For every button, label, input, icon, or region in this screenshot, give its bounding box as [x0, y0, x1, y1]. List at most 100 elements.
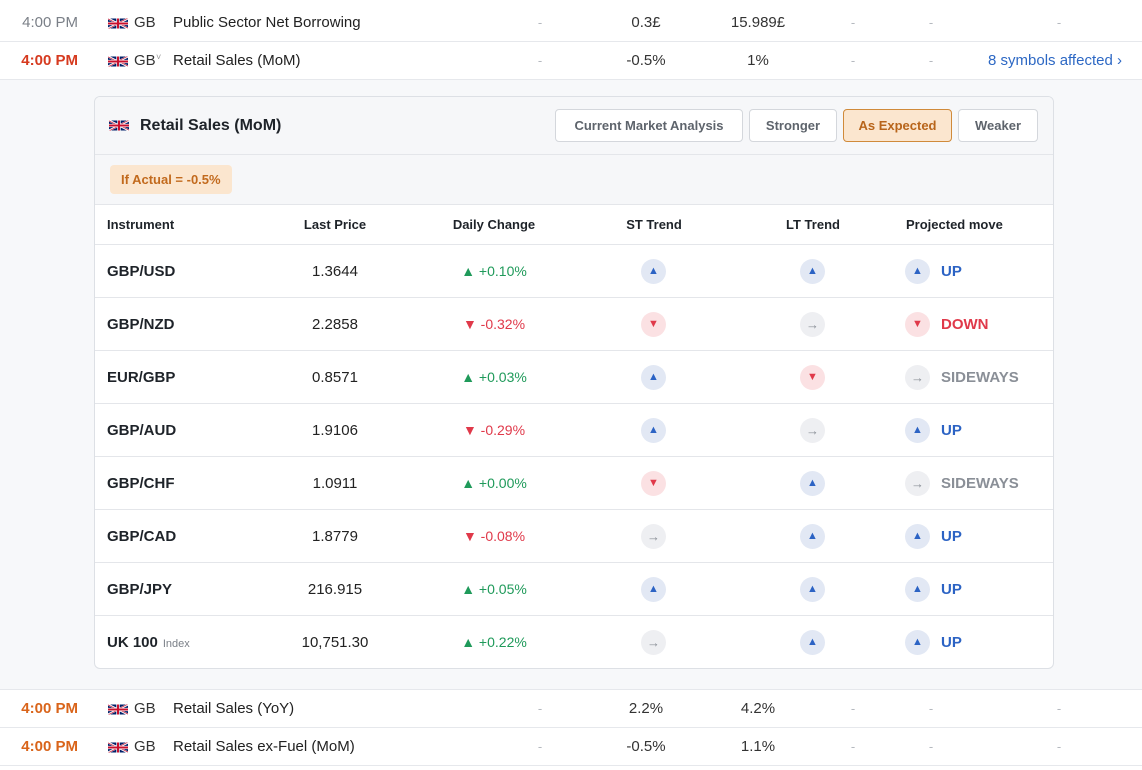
previous-value: - [850, 701, 856, 716]
table-row[interactable]: UK 100 Index 10,751.30 ▲ +0.22% → ▲ ▲ UP [95, 616, 1053, 668]
tab-stronger[interactable]: Stronger [749, 109, 837, 142]
panel-header: Retail Sales (MoM) Current Market Analys… [95, 97, 1053, 155]
projected-move-label: UP [941, 634, 962, 651]
impact-value: - [537, 15, 543, 30]
projected-arrow-up-icon: ▲ [905, 630, 930, 655]
lt-trend-arrow-up-icon: ▲ [800, 524, 825, 549]
instrument-symbol: GBP/CHF [107, 475, 175, 492]
table-row[interactable]: GBP/JPY 216.915 ▲ +0.05% ▲ ▲ ▲ UP [95, 563, 1053, 616]
header-lt-trend: LT Trend [786, 217, 840, 232]
extra-value: - [928, 701, 934, 716]
event-name: Retail Sales (YoY) [173, 700, 295, 717]
projected-move-label: SIDEWAYS [941, 369, 1019, 386]
calendar-row[interactable]: 4:00 PM GB Retail Sales (YoY) - 2.2% 4.2… [0, 690, 1142, 728]
table-row[interactable]: EUR/GBP 0.8571 ▲ +0.03% ▲ ▼ → SIDEWAYS [95, 351, 1053, 404]
calendar-row-selected[interactable]: 4:00 PM GB ˅ Retail Sales (MoM) - -0.5% … [0, 42, 1142, 80]
impact-panel: Retail Sales (MoM) Current Market Analys… [94, 96, 1054, 669]
uk-flag-icon [108, 55, 128, 68]
instrument-name: GBP/NZD [107, 298, 175, 351]
header-instrument: Instrument [107, 217, 175, 232]
daily-change: ▲ +0.00% [461, 475, 527, 491]
extra-value: - [928, 15, 934, 30]
daily-change: ▼ -0.32% [462, 316, 526, 332]
st-trend-arrow-down-icon: ▼ [641, 471, 666, 496]
projected-arrow-up-icon: ▲ [905, 577, 930, 602]
table-header: Instrument Last Price Daily Change ST Tr… [95, 205, 1053, 245]
projected-move-label: UP [941, 581, 962, 598]
lt-trend-arrow-right-icon: → [800, 312, 825, 337]
projected-arrow-up-icon: ▲ [905, 259, 930, 284]
impact-value: - [537, 53, 543, 68]
last-price: 1.8779 [312, 528, 358, 545]
header-st-trend: ST Trend [626, 217, 682, 232]
impact-value: - [537, 739, 543, 754]
forecast-value: 1% [747, 52, 769, 69]
daily-change: ▼ -0.08% [462, 528, 526, 544]
scenario-bar: If Actual = -0.5% [95, 155, 1053, 205]
table-row[interactable]: GBP/CAD 1.8779 ▼ -0.08% → ▲ ▲ UP [95, 510, 1053, 563]
symbols-affected-link[interactable]: 8 symbols affected › [988, 42, 1122, 79]
event-time: 4:00 PM [21, 700, 78, 717]
if-actual-badge: If Actual = -0.5% [110, 165, 232, 194]
uk-flag-icon [109, 119, 129, 132]
country-code: GB [134, 738, 156, 755]
projected-arrow-up-icon: ▲ [905, 524, 930, 549]
extra-value: - [1056, 739, 1062, 754]
table-row[interactable]: GBP/NZD 2.2858 ▼ -0.32% ▼ → ▼ DOWN [95, 298, 1053, 351]
instrument-name: GBP/CHF [107, 457, 175, 510]
st-trend-arrow-right-icon: → [641, 630, 666, 655]
event-name: Retail Sales (MoM) [173, 52, 301, 69]
instrument-symbol: EUR/GBP [107, 369, 176, 386]
tab-current-market-analysis[interactable]: Current Market Analysis [555, 109, 743, 142]
table-row[interactable]: GBP/AUD 1.9106 ▼ -0.29% ▲ → ▲ UP [95, 404, 1053, 457]
projected-arrow-right-icon: → [905, 471, 930, 496]
projected-arrow-down-icon: ▼ [905, 312, 930, 337]
actual-value: -0.5% [626, 738, 666, 755]
instrument-name: GBP/USD [107, 245, 175, 298]
last-price: 1.9106 [312, 422, 358, 439]
last-price: 10,751.30 [301, 634, 369, 651]
instrument-symbol: GBP/JPY [107, 581, 173, 598]
projected-move-label: UP [941, 263, 962, 280]
calendar-row[interactable]: 4:00 PM GB Retail Sales ex-Fuel (MoM) - … [0, 728, 1142, 766]
projected-arrow-up-icon: ▲ [905, 418, 930, 443]
st-trend-arrow-up-icon: ▲ [641, 365, 666, 390]
instrument-name: GBP/AUD [107, 404, 176, 457]
last-price: 1.3644 [312, 263, 358, 280]
forecast-value: 4.2% [740, 700, 776, 717]
uk-flag-icon [108, 703, 128, 716]
projected-move-label: UP [941, 528, 962, 545]
calendar-row[interactable]: 4:00 PM GB Public Sector Net Borrowing -… [0, 4, 1142, 42]
uk-flag-icon [108, 741, 128, 754]
last-price: 216.915 [307, 581, 363, 598]
event-name: Retail Sales ex-Fuel (MoM) [173, 738, 355, 755]
lt-trend-arrow-up-icon: ▲ [800, 577, 825, 602]
daily-change: ▲ +0.10% [461, 263, 527, 279]
instrument-symbol: GBP/AUD [107, 422, 177, 439]
uk-flag-icon [108, 17, 128, 30]
extra-value: - [928, 739, 934, 754]
forecast-value: 1.1% [740, 738, 776, 755]
st-trend-arrow-right-icon: → [641, 524, 666, 549]
event-time: 4:00 PM [21, 738, 78, 755]
daily-change: ▲ +0.03% [461, 369, 527, 385]
table-row[interactable]: GBP/USD 1.3644 ▲ +0.10% ▲ ▲ ▲ UP [95, 245, 1053, 298]
tab-as-expected[interactable]: As Expected [843, 109, 952, 142]
lt-trend-arrow-down-icon: ▼ [800, 365, 825, 390]
instrument-name: GBP/JPY [107, 563, 172, 616]
header-projected-move: Projected move [906, 217, 1003, 232]
daily-change: ▲ +0.22% [461, 634, 527, 650]
tab-weaker[interactable]: Weaker [958, 109, 1038, 142]
event-time: 4:00 PM [21, 52, 78, 69]
instrument-symbol: GBP/NZD [107, 316, 175, 333]
table-row[interactable]: GBP/CHF 1.0911 ▲ +0.00% ▼ ▲ → SIDEWAYS [95, 457, 1053, 510]
lt-trend-arrow-right-icon: → [800, 418, 825, 443]
header-last-price: Last Price [303, 217, 367, 232]
last-price: 0.8571 [312, 369, 358, 386]
lt-trend-arrow-up-icon: ▲ [800, 471, 825, 496]
actual-value: 2.2% [628, 700, 664, 717]
forecast-value: 15.989£ [730, 14, 786, 31]
last-price: 2.2858 [312, 316, 358, 333]
event-time: 4:00 PM [22, 14, 78, 31]
st-trend-arrow-down-icon: ▼ [641, 312, 666, 337]
